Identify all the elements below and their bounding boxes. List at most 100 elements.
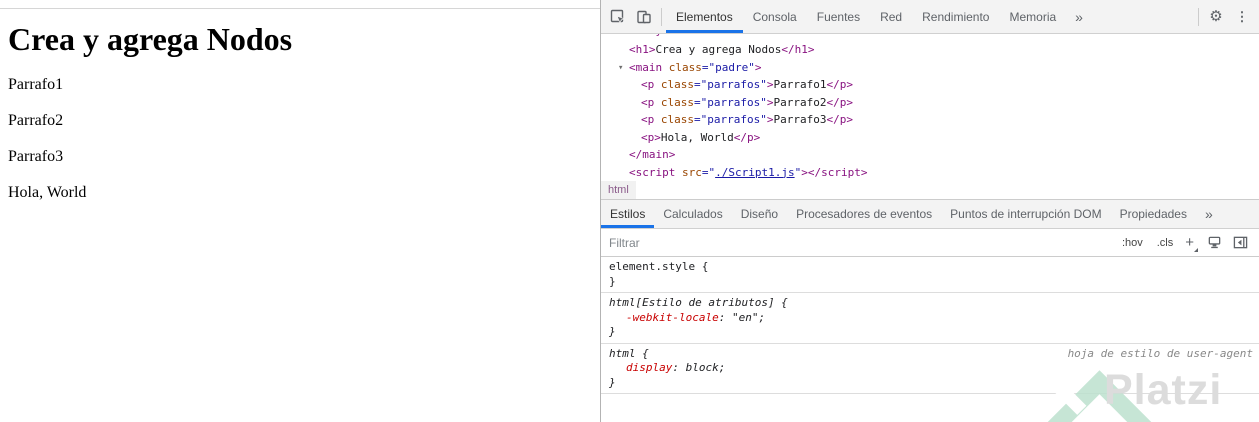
code-token: Parrafo3 xyxy=(773,113,827,126)
code-token: ="padre" xyxy=(701,60,755,74)
rule-selector[interactable]: element.style { xyxy=(609,260,1251,275)
page-paragraph: Parrafo2 xyxy=(8,112,64,129)
code-token: <p xyxy=(641,78,655,91)
property-value[interactable]: : block; xyxy=(672,361,725,374)
script-source-link[interactable]: ./Script1.js xyxy=(715,166,794,179)
devtools-toolbar: Elementos Consola Fuentes Red Rendimiento Mem… xyxy=(601,0,1259,34)
toolbar-divider xyxy=(1198,7,1199,26)
property-name[interactable]: -webkit-locale xyxy=(626,311,719,324)
rule-property[interactable]: display: block; xyxy=(609,361,1251,376)
breadcrumb: html xyxy=(601,181,1259,200)
devtools-panel: Elementos Consola Fuentes Red Rendimiento Mem… xyxy=(600,0,1259,422)
dom-tree-row[interactable]: ▾<body> xyxy=(601,34,1259,41)
style-rule[interactable]: html[Estilo de atributos] {-webkit-local… xyxy=(601,293,1259,344)
tab-diseno[interactable]: Diseño xyxy=(732,200,787,228)
toolbar-divider xyxy=(661,7,662,26)
rule-selector[interactable]: html[Estilo de atributos] { xyxy=(609,296,1251,311)
property-name[interactable]: display xyxy=(626,361,672,374)
dom-tree-row[interactable]: <p>Hola, World</p> xyxy=(601,129,1259,147)
dom-tree-row[interactable]: <p class="parrafos">Parrafo3</p> xyxy=(601,111,1259,129)
rule-property[interactable]: -webkit-locale: "en"; xyxy=(609,311,1251,326)
tab-red[interactable]: Red xyxy=(870,0,912,33)
tab-procesadores-de-eventos[interactable]: Procesadores de eventos xyxy=(787,200,941,228)
dom-tree-row[interactable]: <h1>Crea y agrega Nodos</h1> xyxy=(601,41,1259,59)
code-token: Hola, World xyxy=(660,130,734,144)
dom-tree: ▾<body><h1>Crea y agrega Nodos</h1>▾<mai… xyxy=(601,34,1259,181)
show-sidebar-icon[interactable] xyxy=(1227,230,1253,256)
code-token: <h1> xyxy=(629,43,656,56)
expand-caret-icon[interactable]: ▾ xyxy=(618,34,629,41)
devtools-tab-bar: Elementos Consola Fuentes Red Rendimiento Mem… xyxy=(666,0,1092,33)
code-token: </p> xyxy=(826,113,853,126)
toggle-hov[interactable]: :hov xyxy=(1115,237,1150,249)
breadcrumb-item-html[interactable]: html xyxy=(601,181,636,199)
viewport-top-border xyxy=(0,8,600,9)
chevron-double-icon: » xyxy=(1204,206,1213,222)
code-token: class xyxy=(660,95,694,109)
code-token: </p> xyxy=(826,78,853,91)
code-token: <script xyxy=(629,165,676,179)
styles-filter-input[interactable] xyxy=(607,234,1115,251)
chevron-double-icon: » xyxy=(1075,8,1083,25)
page-paragraph: Hola, World xyxy=(8,184,87,201)
kebab-menu-icon[interactable]: ⋮ xyxy=(1229,4,1255,30)
style-rule[interactable]: hoja de estilo de user-agent html {displa… xyxy=(601,344,1259,394)
rendered-page: Crea y agrega Nodos Parrafo1 Parrafo2 Parr… xyxy=(0,0,600,422)
style-rule[interactable]: element.style {} xyxy=(601,257,1259,293)
expand-caret-icon[interactable]: ▾ xyxy=(618,60,629,78)
plus-icon: + xyxy=(1185,234,1194,251)
property-value[interactable]: : "en"; xyxy=(719,311,765,324)
page-paragraph: Parrafo3 xyxy=(8,148,64,165)
code-token: <p xyxy=(641,113,655,126)
code-token: > xyxy=(754,60,762,74)
style-state-toggles: :hov .cls xyxy=(1115,237,1180,249)
tab-elementos[interactable]: Elementos xyxy=(666,0,743,33)
print-styles-icon[interactable] xyxy=(1201,230,1227,256)
code-token: <body> xyxy=(629,34,669,37)
dom-tree-row[interactable]: <script src="./Script1.js"></script> xyxy=(601,164,1259,182)
code-token: =" xyxy=(701,165,716,179)
tab-fuentes[interactable]: Fuentes xyxy=(807,0,870,33)
tab-memoria[interactable]: Memoria xyxy=(999,0,1066,33)
more-tabs-button[interactable]: » xyxy=(1196,200,1222,228)
code-token: > xyxy=(801,165,808,179)
device-toolbar-button[interactable] xyxy=(631,4,657,30)
rule-closing-brace: } xyxy=(609,325,616,338)
page-title: Crea y agrega Nodos xyxy=(8,21,293,57)
code-token: ="parrafos" xyxy=(694,113,767,126)
tab-propiedades[interactable]: Propiedades xyxy=(1111,200,1196,228)
tab-consola[interactable]: Consola xyxy=(743,0,807,33)
style-rules: element.style {} html[Estilo de atributos… xyxy=(601,257,1259,394)
new-style-rule-button[interactable]: + xyxy=(1180,234,1201,252)
dom-tree-row[interactable]: ▾ <main class="padre"> xyxy=(601,59,1259,77)
more-tabs-button[interactable]: » xyxy=(1066,0,1092,33)
device-toolbar-icon xyxy=(636,9,652,25)
settings-gear-icon[interactable]: ⚙ xyxy=(1203,4,1229,30)
tab-rendimiento[interactable]: Rendimiento xyxy=(912,0,999,33)
code-token: src xyxy=(681,165,702,179)
code-token: Parrafo2 xyxy=(773,95,827,109)
code-token: class xyxy=(660,78,694,91)
code-token: </script> xyxy=(807,165,868,179)
page-paragraph: Parrafo1 xyxy=(8,76,64,93)
code-token: ="parrafos" xyxy=(694,95,767,109)
code-token: </p> xyxy=(826,95,853,109)
code-token: Parrafo1 xyxy=(773,78,827,91)
inspect-element-button[interactable] xyxy=(605,4,631,30)
code-token: </main> xyxy=(629,148,676,161)
gear-glyph: ⚙ xyxy=(1209,8,1223,25)
toggle-cls[interactable]: .cls xyxy=(1150,237,1181,249)
dom-tree-row[interactable]: <p class="parrafos">Parrafo1</p> xyxy=(601,76,1259,94)
dom-tree-row[interactable]: </main> xyxy=(601,146,1259,164)
code-token: <p> xyxy=(641,130,661,144)
toolbar-right-group: ⚙ ⋮ xyxy=(1194,4,1255,30)
tab-estilos[interactable]: Estilos xyxy=(601,200,655,228)
tab-puntos-de-interrupcion-dom[interactable]: Puntos de interrupción DOM xyxy=(941,200,1110,228)
tab-calculados[interactable]: Calculados xyxy=(654,200,731,228)
code-token: class xyxy=(660,113,694,126)
dom-tree-row[interactable]: <p class="parrafos">Parrafo2</p> xyxy=(601,94,1259,112)
